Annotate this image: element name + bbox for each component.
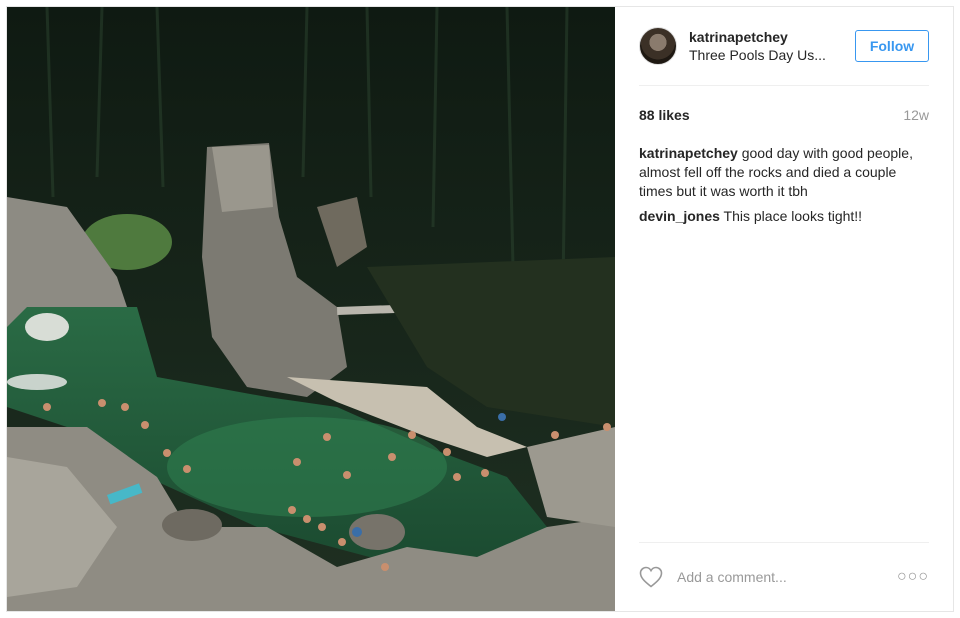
instagram-post: katrinapetchey Three Pools Day Us... Fol… bbox=[6, 6, 954, 612]
post-footer: ○○○ bbox=[639, 542, 929, 611]
follow-button[interactable]: Follow bbox=[855, 30, 929, 62]
comment: katrinapetchey good day with good people… bbox=[639, 144, 929, 201]
comment: devin_jones This place looks tight!! bbox=[639, 207, 929, 226]
photo-illustration bbox=[7, 7, 615, 611]
post-stats: 88 likes 12w bbox=[639, 86, 929, 144]
likes-count[interactable]: 88 likes bbox=[639, 107, 690, 123]
user-block: katrinapetchey Three Pools Day Us... bbox=[689, 28, 855, 64]
post-photo[interactable] bbox=[7, 7, 615, 611]
heart-icon[interactable] bbox=[639, 566, 663, 588]
username-link[interactable]: katrinapetchey bbox=[689, 28, 855, 46]
more-options-icon[interactable]: ○○○ bbox=[897, 568, 929, 586]
comment-text: This place looks tight!! bbox=[719, 208, 863, 224]
post-time[interactable]: 12w bbox=[903, 107, 929, 123]
post-sidebar: katrinapetchey Three Pools Day Us... Fol… bbox=[615, 7, 953, 611]
comment-username[interactable]: devin_jones bbox=[639, 208, 720, 224]
post-header: katrinapetchey Three Pools Day Us... Fol… bbox=[639, 7, 929, 86]
comments-list: katrinapetchey good day with good people… bbox=[639, 144, 929, 232]
avatar[interactable] bbox=[639, 27, 677, 65]
location-link[interactable]: Three Pools Day Us... bbox=[689, 46, 839, 64]
add-comment-input[interactable] bbox=[675, 568, 897, 586]
comment-username[interactable]: katrinapetchey bbox=[639, 145, 738, 161]
